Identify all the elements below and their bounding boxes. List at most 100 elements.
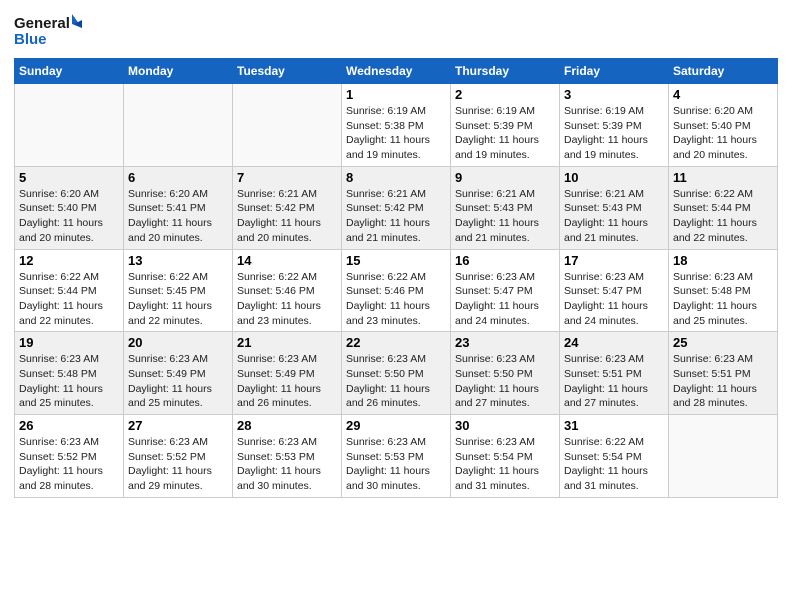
day-number: 27 (128, 418, 228, 433)
calendar-day-cell: 30 Sunrise: 6:23 AMSunset: 5:54 PMDayligh… (451, 415, 560, 498)
day-number: 17 (564, 253, 664, 268)
calendar-day-cell: 24 Sunrise: 6:23 AMSunset: 5:51 PMDayligh… (560, 332, 669, 415)
day-number: 12 (19, 253, 119, 268)
day-number: 11 (673, 170, 773, 185)
day-info: Sunrise: 6:23 AMSunset: 5:54 PMDaylight:… (455, 435, 555, 494)
calendar-day-cell (15, 84, 124, 167)
calendar-day-cell: 8 Sunrise: 6:21 AMSunset: 5:42 PMDaylight… (342, 166, 451, 249)
calendar-day-cell: 4 Sunrise: 6:20 AMSunset: 5:40 PMDaylight… (669, 84, 778, 167)
day-info: Sunrise: 6:23 AMSunset: 5:47 PMDaylight:… (455, 270, 555, 329)
calendar-week-row: 26 Sunrise: 6:23 AMSunset: 5:52 PMDayligh… (15, 415, 778, 498)
logo: GeneralBlue (14, 10, 84, 50)
day-number: 20 (128, 335, 228, 350)
calendar-day-cell: 17 Sunrise: 6:23 AMSunset: 5:47 PMDayligh… (560, 249, 669, 332)
day-number: 18 (673, 253, 773, 268)
logo-svg: GeneralBlue (14, 10, 84, 50)
day-info: Sunrise: 6:23 AMSunset: 5:52 PMDaylight:… (128, 435, 228, 494)
day-info: Sunrise: 6:23 AMSunset: 5:50 PMDaylight:… (455, 352, 555, 411)
calendar-day-cell: 14 Sunrise: 6:22 AMSunset: 5:46 PMDayligh… (233, 249, 342, 332)
day-info: Sunrise: 6:21 AMSunset: 5:43 PMDaylight:… (564, 187, 664, 246)
day-info: Sunrise: 6:21 AMSunset: 5:43 PMDaylight:… (455, 187, 555, 246)
calendar-day-cell: 23Sunrise: 6:23 AMSunset: 5:50 PMDayligh… (451, 332, 560, 415)
calendar-day-cell: 11Sunrise: 6:22 AMSunset: 5:44 PMDayligh… (669, 166, 778, 249)
day-info: Sunrise: 6:23 AMSunset: 5:49 PMDaylight:… (128, 352, 228, 411)
day-info: Sunrise: 6:23 AMSunset: 5:51 PMDaylight:… (564, 352, 664, 411)
calendar-day-cell: 2 Sunrise: 6:19 AMSunset: 5:39 PMDaylight… (451, 84, 560, 167)
calendar-week-row: 1Sunrise: 6:19 AMSunset: 5:38 PMDaylight… (15, 84, 778, 167)
day-number: 29 (346, 418, 446, 433)
calendar-day-cell: 29 Sunrise: 6:23 AMSunset: 5:53 PMDayligh… (342, 415, 451, 498)
day-number: 14 (237, 253, 337, 268)
day-number: 25 (673, 335, 773, 350)
day-number: 2 (455, 87, 555, 102)
calendar-day-cell: 15 Sunrise: 6:22 AMSunset: 5:46 PMDayligh… (342, 249, 451, 332)
calendar-header-sunday: Sunday (15, 59, 124, 84)
calendar-header-friday: Friday (560, 59, 669, 84)
day-number: 5 (19, 170, 119, 185)
calendar-day-cell: 18 Sunrise: 6:23 AMSunset: 5:48 PMDayligh… (669, 249, 778, 332)
calendar-day-cell: 26 Sunrise: 6:23 AMSunset: 5:52 PMDayligh… (15, 415, 124, 498)
day-info: Sunrise: 6:23 AMSunset: 5:53 PMDaylight:… (237, 435, 337, 494)
day-number: 24 (564, 335, 664, 350)
day-number: 9 (455, 170, 555, 185)
calendar-day-cell: 20 Sunrise: 6:23 AMSunset: 5:49 PMDayligh… (124, 332, 233, 415)
calendar-header-row: SundayMondayTuesdayWednesdayThursdayFrid… (15, 59, 778, 84)
day-info: Sunrise: 6:21 AMSunset: 5:42 PMDaylight:… (346, 187, 446, 246)
day-number: 31 (564, 418, 664, 433)
day-number: 8 (346, 170, 446, 185)
svg-text:Blue: Blue (14, 31, 47, 48)
day-number: 19 (19, 335, 119, 350)
calendar-header-saturday: Saturday (669, 59, 778, 84)
day-info: Sunrise: 6:22 AMSunset: 5:44 PMDaylight:… (19, 270, 119, 329)
day-info: Sunrise: 6:20 AMSunset: 5:41 PMDaylight:… (128, 187, 228, 246)
calendar-day-cell: 25 Sunrise: 6:23 AMSunset: 5:51 PMDayligh… (669, 332, 778, 415)
calendar-day-cell: 28 Sunrise: 6:23 AMSunset: 5:53 PMDayligh… (233, 415, 342, 498)
day-number: 13 (128, 253, 228, 268)
calendar-day-cell: 1Sunrise: 6:19 AMSunset: 5:38 PMDaylight… (342, 84, 451, 167)
day-info: Sunrise: 6:23 AMSunset: 5:48 PMDaylight:… (19, 352, 119, 411)
day-number: 26 (19, 418, 119, 433)
calendar-day-cell: 27 Sunrise: 6:23 AMSunset: 5:52 PMDayligh… (124, 415, 233, 498)
day-number: 4 (673, 87, 773, 102)
calendar-day-cell (233, 84, 342, 167)
calendar-header-wednesday: Wednesday (342, 59, 451, 84)
day-number: 28 (237, 418, 337, 433)
calendar-day-cell: 16Sunrise: 6:23 AMSunset: 5:47 PMDayligh… (451, 249, 560, 332)
calendar-day-cell: 13 Sunrise: 6:22 AMSunset: 5:45 PMDayligh… (124, 249, 233, 332)
day-number: 10 (564, 170, 664, 185)
day-info: Sunrise: 6:23 AMSunset: 5:48 PMDaylight:… (673, 270, 773, 329)
calendar-day-cell: 22Sunrise: 6:23 AMSunset: 5:50 PMDayligh… (342, 332, 451, 415)
day-info: Sunrise: 6:22 AMSunset: 5:46 PMDaylight:… (346, 270, 446, 329)
calendar-day-cell: 6 Sunrise: 6:20 AMSunset: 5:41 PMDaylight… (124, 166, 233, 249)
day-number: 22 (346, 335, 446, 350)
page-container: GeneralBlue SundayMondayTuesdayWednesday… (0, 0, 792, 508)
header: GeneralBlue (14, 10, 778, 50)
day-number: 15 (346, 253, 446, 268)
day-info: Sunrise: 6:20 AMSunset: 5:40 PMDaylight:… (673, 104, 773, 163)
day-info: Sunrise: 6:20 AMSunset: 5:40 PMDaylight:… (19, 187, 119, 246)
day-info: Sunrise: 6:23 AMSunset: 5:49 PMDaylight:… (237, 352, 337, 411)
day-number: 3 (564, 87, 664, 102)
calendar-table: SundayMondayTuesdayWednesdayThursdayFrid… (14, 58, 778, 498)
calendar-day-cell: 7Sunrise: 6:21 AMSunset: 5:42 PMDaylight… (233, 166, 342, 249)
day-number: 21 (237, 335, 337, 350)
calendar-week-row: 5 Sunrise: 6:20 AMSunset: 5:40 PMDaylight… (15, 166, 778, 249)
calendar-header-thursday: Thursday (451, 59, 560, 84)
day-info: Sunrise: 6:19 AMSunset: 5:39 PMDaylight:… (455, 104, 555, 163)
calendar-week-row: 12 Sunrise: 6:22 AMSunset: 5:44 PMDayligh… (15, 249, 778, 332)
day-info: Sunrise: 6:23 AMSunset: 5:51 PMDaylight:… (673, 352, 773, 411)
calendar-day-cell (669, 415, 778, 498)
day-info: Sunrise: 6:23 AMSunset: 5:52 PMDaylight:… (19, 435, 119, 494)
day-info: Sunrise: 6:22 AMSunset: 5:45 PMDaylight:… (128, 270, 228, 329)
day-number: 30 (455, 418, 555, 433)
day-info: Sunrise: 6:23 AMSunset: 5:53 PMDaylight:… (346, 435, 446, 494)
calendar-day-cell: 10 Sunrise: 6:21 AMSunset: 5:43 PMDayligh… (560, 166, 669, 249)
day-info: Sunrise: 6:22 AMSunset: 5:46 PMDaylight:… (237, 270, 337, 329)
calendar-day-cell: 12 Sunrise: 6:22 AMSunset: 5:44 PMDayligh… (15, 249, 124, 332)
day-info: Sunrise: 6:21 AMSunset: 5:42 PMDaylight:… (237, 187, 337, 246)
day-info: Sunrise: 6:23 AMSunset: 5:47 PMDaylight:… (564, 270, 664, 329)
svg-text:General: General (14, 15, 70, 32)
day-number: 6 (128, 170, 228, 185)
calendar-day-cell: 3 Sunrise: 6:19 AMSunset: 5:39 PMDaylight… (560, 84, 669, 167)
day-info: Sunrise: 6:19 AMSunset: 5:39 PMDaylight:… (564, 104, 664, 163)
